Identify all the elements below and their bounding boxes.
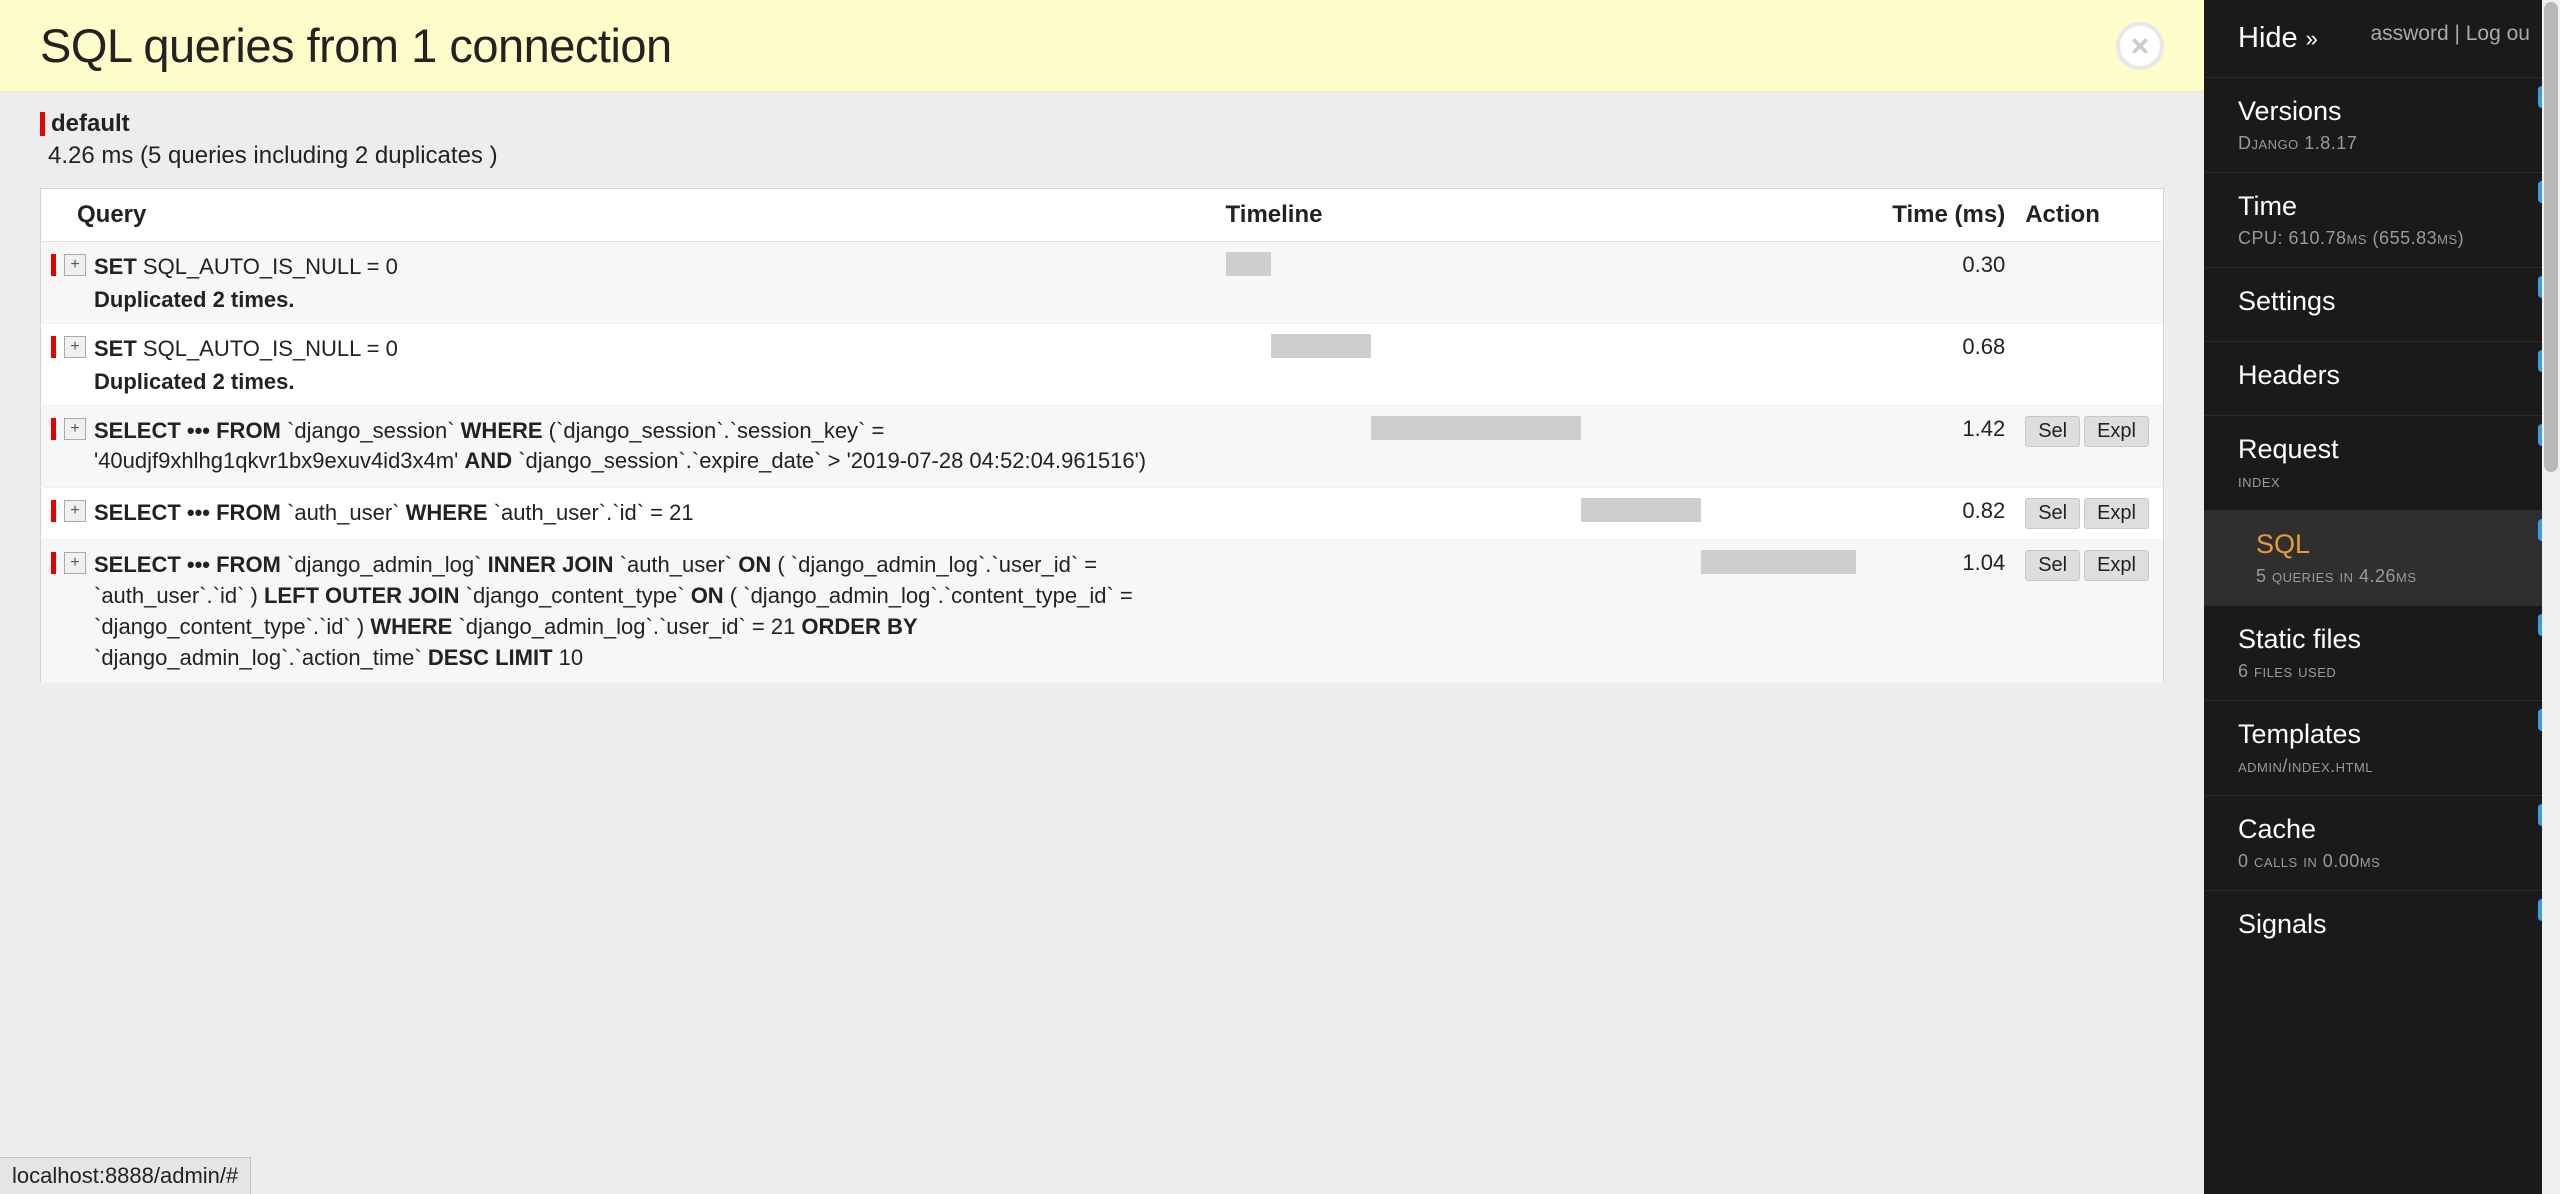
scrollbar-track[interactable] — [2542, 0, 2560, 1194]
toolbar-panel-static-files[interactable]: Static files 6 files used — [2204, 605, 2560, 700]
scrollbar-thumb[interactable] — [2544, 2, 2558, 472]
query-color-bar — [51, 336, 56, 358]
query-time: 1.04 — [1866, 540, 2016, 684]
timeline-bar — [1581, 498, 1701, 522]
hide-toolbar-button[interactable]: Hide » — [2204, 0, 2352, 77]
col-action: Action — [2015, 189, 2163, 242]
debug-toolbar-sidebar: assword | Log ou Hide » Versions Django 1… — [2204, 0, 2560, 1194]
expand-button[interactable]: + — [64, 552, 86, 574]
panel-title: Versions — [2238, 96, 2526, 127]
query-color-bar — [51, 254, 56, 276]
query-time: 0.30 — [1866, 242, 2016, 324]
toolbar-panel-sql[interactable]: SQL 5 queries in 4.26ms — [2204, 510, 2560, 605]
panel-title: Static files — [2238, 624, 2526, 655]
table-row: + SET SQL_AUTO_IS_NULL = 0 Duplicated 2 ti… — [41, 323, 2164, 405]
toolbar-panel-cache[interactable]: Cache 0 calls in 0.00ms — [2204, 795, 2560, 890]
col-timeline: Timeline — [1216, 189, 1866, 242]
hide-label: Hide — [2238, 22, 2298, 55]
panel-title: Cache — [2238, 814, 2526, 845]
timeline-cell — [1226, 252, 1856, 278]
query-color-bar — [51, 552, 56, 574]
panel-title: SQL queries from 1 connection — [40, 18, 672, 73]
duplicate-note: Duplicated 2 times. — [94, 369, 398, 395]
query-sql: SET SQL_AUTO_IS_NULL = 0 — [94, 252, 398, 283]
expand-button[interactable]: + — [64, 500, 86, 522]
panel-title: Headers — [2238, 360, 2526, 391]
select-button[interactable]: Sel — [2025, 498, 2080, 529]
panel-subtitle: 6 files used — [2238, 661, 2526, 682]
toolbar-panel-settings[interactable]: Settings — [2204, 267, 2560, 341]
toolbar-panel-versions[interactable]: Versions Django 1.8.17 — [2204, 77, 2560, 172]
query-time: 1.42 — [1866, 405, 2016, 488]
col-time: Time (ms) — [1866, 189, 2016, 242]
close-button[interactable] — [2116, 22, 2164, 70]
panel-subtitle: CPU: 610.78ms (655.83ms) — [2238, 228, 2526, 249]
panel-subtitle: 0 calls in 0.00ms — [2238, 851, 2526, 872]
sql-queries-table: Query Timeline Time (ms) Action + SET SQL… — [40, 188, 2164, 684]
expand-button[interactable]: + — [64, 336, 86, 358]
query-sql: SELECT ••• FROM `django_session` WHERE (… — [94, 416, 1164, 478]
table-row: + SELECT ••• FROM `django_session` WHERE … — [41, 405, 2164, 488]
close-icon — [2129, 35, 2151, 57]
panel-title: Signals — [2238, 909, 2526, 940]
connection-header: default — [40, 110, 2164, 138]
select-button[interactable]: Sel — [2025, 416, 2080, 447]
panel-title: Request — [2238, 434, 2526, 465]
toolbar-panel-headers[interactable]: Headers — [2204, 341, 2560, 415]
col-query: Query — [41, 189, 1216, 242]
query-color-bar — [51, 418, 56, 440]
toolbar-panel-signals[interactable]: Signals — [2204, 890, 2560, 964]
panel-subtitle: 5 queries in 4.26ms — [2238, 566, 2526, 587]
panel-title: Time — [2238, 191, 2526, 222]
toolbar-panel-time[interactable]: Time CPU: 610.78ms (655.83ms) — [2204, 172, 2560, 267]
panel-title: SQL — [2238, 529, 2526, 560]
expand-button[interactable]: + — [64, 418, 86, 440]
timeline-cell — [1226, 550, 1856, 576]
toolbar-panel-templates[interactable]: Templates admin/index.html — [2204, 700, 2560, 795]
chevron-right-icon: » — [2306, 26, 2318, 52]
explain-button[interactable]: Expl — [2084, 550, 2149, 581]
panel-title: Templates — [2238, 719, 2526, 750]
query-sql: SET SQL_AUTO_IS_NULL = 0 — [94, 334, 398, 365]
timeline-bar — [1701, 550, 1856, 574]
sql-panel-banner: SQL queries from 1 connection — [0, 0, 2204, 92]
background-link-text: assword | Log ou — [2370, 22, 2530, 46]
connection-name: default — [51, 110, 130, 138]
query-sql: SELECT ••• FROM `auth_user` WHERE `auth_… — [94, 498, 694, 529]
connection-summary: 4.26 ms (5 queries including 2 duplicate… — [48, 142, 2164, 170]
table-row: + SELECT ••• FROM `django_admin_log` INNE… — [41, 540, 2164, 684]
status-bar: localhost:8888/admin/# — [0, 1157, 251, 1194]
expand-button[interactable]: + — [64, 254, 86, 276]
timeline-bar — [1226, 252, 1271, 276]
table-row: + SET SQL_AUTO_IS_NULL = 0 Duplicated 2 ti… — [41, 242, 2164, 324]
query-time: 0.68 — [1866, 323, 2016, 405]
query-sql: SELECT ••• FROM `django_admin_log` INNER… — [94, 550, 1164, 673]
panel-subtitle: admin/index.html — [2238, 756, 2526, 777]
panel-title: Settings — [2238, 286, 2526, 317]
explain-button[interactable]: Expl — [2084, 498, 2149, 529]
timeline-cell — [1226, 334, 1856, 360]
query-time: 0.82 — [1866, 488, 2016, 540]
connection-color-bar — [40, 112, 45, 136]
panel-subtitle: Django 1.8.17 — [2238, 133, 2526, 154]
timeline-bar — [1271, 334, 1371, 358]
query-color-bar — [51, 500, 56, 522]
timeline-cell — [1226, 416, 1856, 442]
timeline-bar — [1371, 416, 1581, 440]
table-row: + SELECT ••• FROM `auth_user` WHERE `auth… — [41, 488, 2164, 540]
select-button[interactable]: Sel — [2025, 550, 2080, 581]
toolbar-panel-request[interactable]: Request index — [2204, 415, 2560, 510]
duplicate-note: Duplicated 2 times. — [94, 287, 398, 313]
explain-button[interactable]: Expl — [2084, 416, 2149, 447]
timeline-cell — [1226, 498, 1856, 524]
panel-subtitle: index — [2238, 471, 2526, 492]
